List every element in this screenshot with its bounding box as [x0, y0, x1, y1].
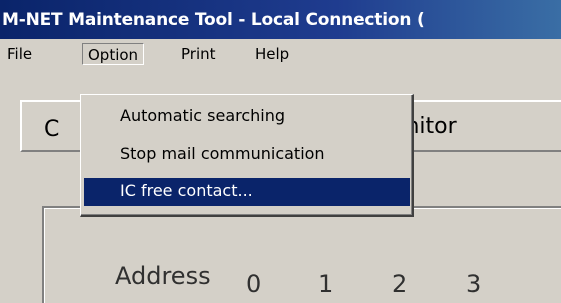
address-label: Address [115, 262, 211, 290]
address-number: 3 [466, 270, 482, 298]
address-number: 1 [318, 270, 334, 298]
menu-item-ic-free-contact[interactable]: IC free contact... [84, 178, 410, 206]
menu-print[interactable]: Print [176, 43, 221, 65]
address-number: 0 [246, 270, 262, 298]
menu-item-automatic-searching[interactable]: Automatic searching [84, 103, 410, 131]
option-menu-dropdown: Automatic searching Stop mail communicat… [80, 94, 414, 217]
menu-bar: File Option Print Help [0, 39, 561, 67]
window-title-bar: M-NET Maintenance Tool - Local Connectio… [0, 0, 561, 39]
menu-item-stop-mail-communication[interactable]: Stop mail communication [84, 141, 410, 169]
menu-file[interactable]: File [2, 43, 37, 65]
menu-help[interactable]: Help [250, 43, 294, 65]
window-title: M-NET Maintenance Tool - Local Connectio… [2, 10, 425, 30]
toolbar-button-c-label: C [44, 117, 60, 142]
menu-option[interactable]: Option [82, 43, 145, 65]
address-number: 2 [392, 270, 408, 298]
